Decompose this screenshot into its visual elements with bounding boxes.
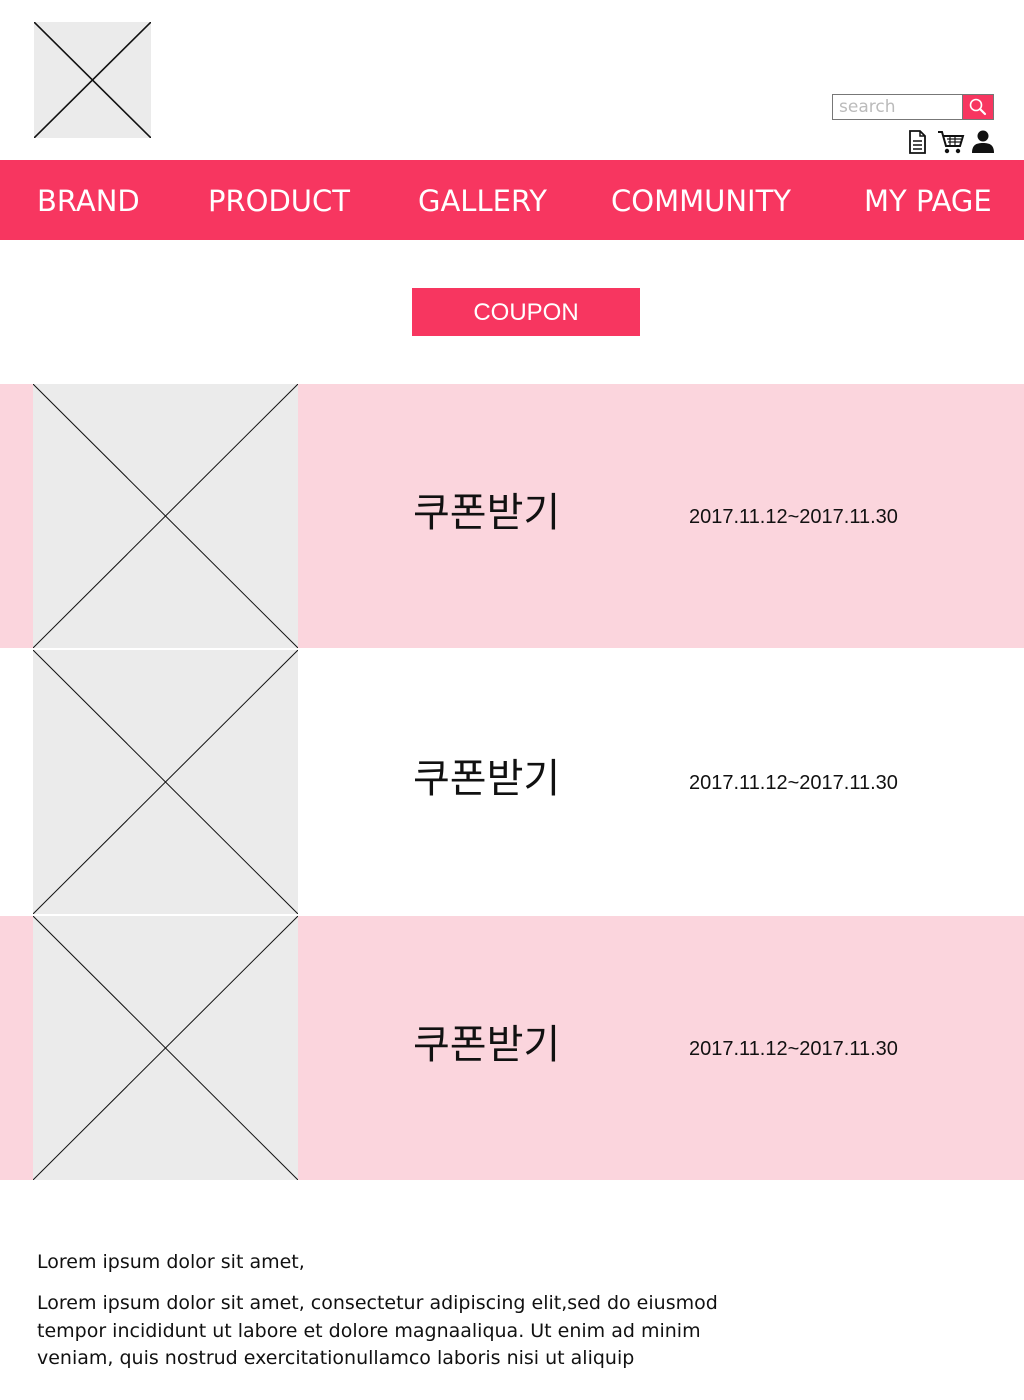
get-coupon-link[interactable]: 쿠폰받기 <box>413 1020 560 1070</box>
coupon-row: 쿠폰받기 2017.11.12~2017.11.30 <box>0 650 1024 914</box>
nav-item-product[interactable]: PRODUCT <box>208 160 350 240</box>
nav-item-gallery[interactable]: GALLERY <box>418 160 547 240</box>
placeholder-cross-icon <box>33 650 298 914</box>
coupon-period: 2017.11.12~2017.11.30 <box>689 1038 898 1060</box>
logo-placeholder[interactable] <box>34 22 151 138</box>
search-input[interactable] <box>833 95 962 119</box>
coupon-period: 2017.11.12~2017.11.30 <box>689 772 898 794</box>
document-icon[interactable] <box>908 129 928 155</box>
get-coupon-link[interactable]: 쿠폰받기 <box>413 488 560 538</box>
coupon-period: 2017.11.12~2017.11.30 <box>689 506 898 528</box>
cart-icon[interactable] <box>937 129 965 155</box>
nav-item-my-page[interactable]: MY PAGE <box>864 160 992 240</box>
footer-body: Lorem ipsum dolor sit amet, consectetur … <box>37 1292 718 1369</box>
nav-item-community[interactable]: COMMUNITY <box>611 160 791 240</box>
coupon-row: 쿠폰받기 2017.11.12~2017.11.30 <box>0 916 1024 1180</box>
nav-item-brand[interactable]: BRAND <box>37 160 140 240</box>
search-icon <box>969 98 987 116</box>
user-icon[interactable] <box>971 129 995 155</box>
coupon-row: 쿠폰받기 2017.11.12~2017.11.30 <box>0 384 1024 648</box>
utility-icons <box>905 129 997 155</box>
coupon-image-placeholder <box>33 916 298 1180</box>
get-coupon-link[interactable]: 쿠폰받기 <box>413 754 560 804</box>
placeholder-cross-icon <box>34 22 151 138</box>
page-title: COUPON <box>412 288 640 336</box>
coupon-image-placeholder <box>33 650 298 914</box>
placeholder-cross-icon <box>33 916 298 1180</box>
search-box <box>832 94 994 120</box>
footer-title: Lorem ipsum dolor sit amet, <box>37 1251 305 1273</box>
coupon-image-placeholder <box>33 384 298 648</box>
search-button[interactable] <box>962 95 993 119</box>
main-nav: BRAND PRODUCT GALLERY COMMUNITY MY PAGE <box>0 160 1024 240</box>
placeholder-cross-icon <box>33 384 298 648</box>
